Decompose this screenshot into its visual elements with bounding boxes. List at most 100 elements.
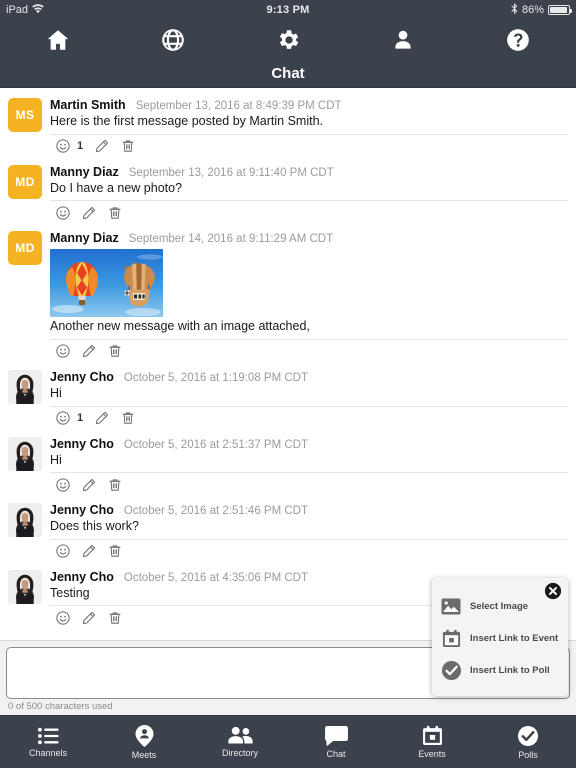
message-text: Do I have a new photo? — [50, 180, 183, 195]
message-body: Jenny Cho October 5, 2016 at 2:51:37 PM C… — [50, 437, 568, 498]
edit-icon[interactable] — [89, 410, 115, 427]
tab-polls[interactable]: Polls — [480, 725, 576, 760]
message-list[interactable]: MS Martin Smith September 13, 2016 at 8:49… — [0, 88, 576, 640]
person-icon[interactable] — [346, 27, 461, 53]
message-author: Manny Diaz — [50, 231, 119, 246]
emoji-reaction-icon[interactable] — [50, 410, 76, 427]
message-actions — [50, 472, 568, 497]
tab-meets[interactable]: Meets — [96, 724, 192, 760]
avatar — [8, 369, 42, 404]
help-icon[interactable] — [461, 27, 576, 53]
check-circle-icon — [517, 725, 539, 747]
message-author: Jenny Cho — [50, 369, 114, 384]
globe-icon[interactable] — [115, 27, 230, 53]
message-author: Jenny Cho — [50, 436, 114, 451]
popup-item-insert-link-to-poll[interactable]: Insert Link to Poll — [432, 654, 568, 686]
reaction-count: 1 — [77, 140, 84, 153]
message-header: Jenny Cho October 5, 2016 at 2:51:46 PM C… — [50, 503, 568, 517]
message-text: Here is the first message posted by Mart… — [50, 114, 324, 128]
tab-channels[interactable]: Channels — [0, 727, 96, 758]
delete-icon[interactable] — [102, 476, 128, 493]
tab-chat[interactable]: Chat — [288, 725, 384, 759]
popup-item-label: Insert Link to Poll — [470, 664, 550, 676]
tab-directory[interactable]: Directory — [192, 726, 288, 758]
edit-icon[interactable] — [89, 138, 115, 155]
attachment-popup: Select Image Insert Link to Event Insert… — [432, 578, 568, 696]
message-timestamp: October 5, 2016 at 2:51:37 PM CDT — [123, 438, 309, 451]
tab-events[interactable]: Events — [384, 725, 480, 759]
message-text: Hi — [50, 385, 62, 400]
delete-icon[interactable] — [102, 204, 128, 221]
message-body: Martin Smith September 13, 2016 at 8:49:3… — [50, 98, 568, 159]
calendar-icon — [422, 725, 443, 746]
calendar-icon — [440, 627, 462, 649]
edit-icon[interactable] — [76, 543, 102, 560]
edit-icon[interactable] — [76, 204, 102, 221]
message-text: Another new message with an image attach… — [50, 319, 310, 334]
message-body: Jenny Cho October 5, 2016 at 1:19:08 PM C… — [50, 370, 568, 431]
message-timestamp: October 5, 2016 at 4:35:06 PM CDT — [123, 571, 309, 584]
edit-icon[interactable] — [76, 609, 102, 626]
message-item: Jenny Cho October 5, 2016 at 2:51:37 PM C… — [0, 431, 576, 498]
message-item: MD Manny Diaz September 14, 2016 at 9:11:2… — [0, 225, 576, 364]
message-author: Jenny Cho — [50, 569, 114, 584]
emoji-reaction-icon[interactable] — [50, 138, 76, 155]
message-author: Jenny Cho — [50, 503, 114, 518]
message-actions: 1 — [50, 133, 568, 159]
delete-icon[interactable] — [102, 343, 128, 360]
app-root: iPad 9:13 PM 86% Chat MS Martin Smith Se… — [0, 0, 576, 768]
battery-percent: 86% — [521, 4, 544, 16]
message-attachment-image — [50, 249, 163, 318]
message-body: Manny Diaz September 13, 2016 at 9:11:40 … — [50, 165, 568, 226]
message-actions — [50, 338, 568, 364]
message-item: Jenny Cho October 5, 2016 at 1:19:08 PM C… — [0, 364, 576, 431]
edit-icon[interactable] — [76, 476, 102, 493]
avatar — [8, 436, 42, 471]
message-item: MD Manny Diaz September 13, 2016 at 9:11:4… — [0, 159, 576, 226]
emoji-reaction-icon[interactable] — [50, 204, 76, 221]
message-timestamp: September 13, 2016 at 9:11:40 PM CDT — [128, 166, 334, 179]
reaction-count: 1 — [77, 412, 84, 424]
emoji-reaction-icon[interactable] — [50, 543, 76, 560]
popup-item-label: Insert Link to Event — [470, 632, 559, 644]
character-count-label: 0 of 500 characters used — [8, 701, 113, 712]
pin-person-icon — [135, 724, 154, 747]
delete-icon[interactable] — [115, 138, 141, 155]
ios-status-bar: iPad 9:13 PM 86% — [0, 0, 576, 20]
message-author: Manny Diaz — [50, 164, 119, 179]
bluetooth-icon — [511, 2, 518, 18]
message-body: Manny Diaz September 14, 2016 at 9:11:29 … — [50, 231, 568, 364]
message-text: Does this work? — [50, 519, 139, 534]
popup-item-insert-link-to-event[interactable]: Insert Link to Event — [432, 622, 568, 654]
list-icon — [37, 727, 59, 745]
message-timestamp: September 13, 2016 at 8:49:39 PM CDT — [135, 100, 342, 112]
message-header: Manny Diaz September 14, 2016 at 9:11:29 … — [50, 231, 568, 245]
avatar: MD — [8, 164, 42, 199]
tab-label: Meets — [131, 749, 157, 760]
avatar: MD — [8, 231, 42, 266]
delete-icon[interactable] — [102, 609, 128, 626]
emoji-reaction-icon[interactable] — [50, 609, 76, 626]
message-timestamp: October 5, 2016 at 2:51:46 PM CDT — [123, 505, 309, 518]
tab-label: Polls — [518, 749, 538, 760]
message-timestamp: October 5, 2016 at 1:19:08 PM CDT — [123, 371, 309, 384]
emoji-reaction-icon[interactable] — [50, 343, 76, 360]
gear-icon[interactable] — [230, 27, 345, 53]
message-item: Jenny Cho October 5, 2016 at 2:51:46 PM C… — [0, 497, 576, 564]
image-icon — [440, 595, 462, 617]
tab-label: Directory — [221, 748, 258, 758]
delete-icon[interactable] — [115, 410, 141, 427]
delete-icon[interactable] — [102, 543, 128, 560]
edit-icon[interactable] — [76, 343, 102, 360]
message-header: Jenny Cho October 5, 2016 at 2:51:37 PM C… — [50, 437, 568, 451]
avatar — [8, 503, 42, 538]
avatar-initials: MS — [15, 108, 35, 122]
avatar — [8, 569, 42, 604]
message-header: Martin Smith September 13, 2016 at 8:49:3… — [50, 98, 568, 112]
message-item: MS Martin Smith September 13, 2016 at 8:49… — [0, 92, 576, 159]
emoji-reaction-icon[interactable] — [50, 476, 76, 493]
popup-item-label: Select Image — [470, 600, 529, 612]
people-icon — [227, 726, 253, 745]
home-icon[interactable] — [0, 27, 115, 53]
close-icon[interactable] — [544, 582, 562, 600]
